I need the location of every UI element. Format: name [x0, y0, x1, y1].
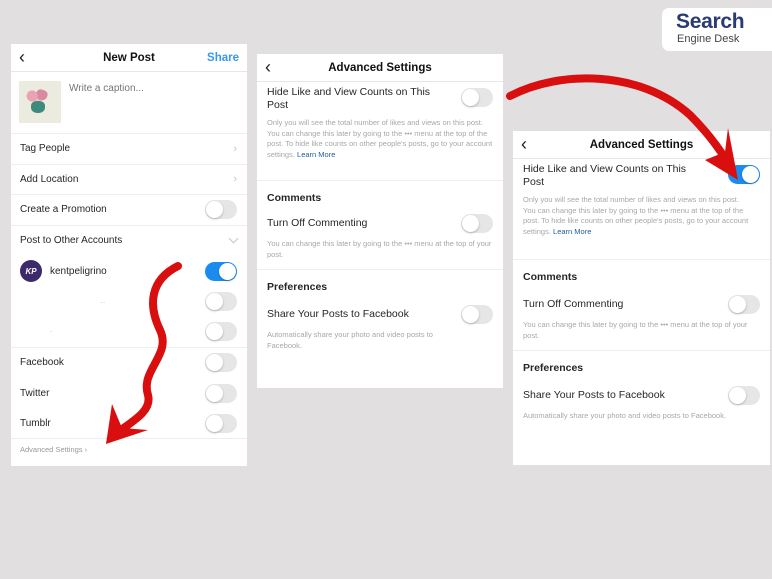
- account-row: -: [11, 317, 247, 348]
- hide-counts-label: Hide Like and View Counts on This Post: [267, 86, 431, 111]
- hide-counts-setting: Hide Like and View Counts on This Post O…: [257, 82, 503, 160]
- facebook-row: Facebook: [11, 348, 247, 379]
- page-title: Advanced Settings: [589, 138, 694, 151]
- page-title: New Post: [103, 51, 155, 64]
- learn-more-link[interactable]: Learn More: [297, 150, 335, 159]
- tag-people-row[interactable]: Tag People ›: [11, 134, 247, 165]
- hide-counts-toggle[interactable]: [461, 88, 493, 107]
- learn-more-link[interactable]: Learn More: [553, 227, 591, 236]
- twitter-label: Twitter: [20, 387, 50, 399]
- advanced-settings-header: ‹ Advanced Settings: [257, 54, 503, 82]
- twitter-row: Twitter: [11, 378, 247, 409]
- share-facebook-label: Share Your Posts to Facebook: [267, 308, 409, 320]
- create-promotion-toggle[interactable]: [205, 200, 237, 220]
- tag-people-label: Tag People: [20, 143, 71, 155]
- avatar: KP: [20, 260, 42, 283]
- twitter-toggle[interactable]: [205, 383, 237, 403]
- share-facebook-setting: Share Your Posts to Facebook Automatical…: [257, 293, 503, 351]
- account-row: ...: [11, 287, 247, 318]
- share-facebook-toggle[interactable]: [461, 305, 493, 324]
- account-toggle[interactable]: [205, 292, 237, 312]
- turn-off-commenting-setting: Turn Off Commenting You can change this …: [257, 204, 503, 260]
- facebook-toggle[interactable]: [205, 353, 237, 373]
- tumblr-toggle[interactable]: [205, 413, 237, 433]
- search-engine-desk-logo: Search Engine Desk: [662, 8, 772, 51]
- account-username: kentpeligrino: [50, 265, 107, 277]
- account-username: -: [50, 328, 52, 335]
- tumblr-row: Tumblr: [11, 409, 247, 439]
- share-facebook-label: Share Your Posts to Facebook: [523, 389, 665, 401]
- account-toggle[interactable]: [205, 322, 237, 342]
- advanced-settings-label: Advanced Settings: [20, 445, 83, 454]
- hide-counts-toggle[interactable]: [728, 165, 760, 184]
- hide-counts-description: Only you will see the total number of li…: [267, 118, 497, 160]
- commenting-description: You can change this later by going to th…: [267, 239, 492, 259]
- hide-counts-description: Only you will see the total number of li…: [523, 195, 753, 237]
- logo-line-2: Engine Desk: [677, 33, 740, 45]
- hide-counts-label: Hide Like and View Counts on This Post: [523, 163, 687, 188]
- share-facebook-setting: Share Your Posts to Facebook Automatical…: [513, 374, 770, 422]
- chevron-right-icon: ›: [233, 142, 237, 155]
- share-facebook-toggle[interactable]: [728, 386, 760, 405]
- turn-off-commenting-label: Turn Off Commenting: [267, 217, 368, 229]
- turn-off-commenting-toggle[interactable]: [461, 214, 493, 233]
- logo-line-1: Search: [676, 10, 745, 33]
- back-chevron-icon[interactable]: ‹: [265, 58, 271, 76]
- chevron-right-icon: ›: [84, 445, 88, 454]
- comments-section-heading: Comments: [523, 271, 578, 283]
- facebook-label: Facebook: [20, 357, 64, 369]
- chevron-down-icon: [228, 233, 239, 243]
- turn-off-commenting-label: Turn Off Commenting: [523, 298, 624, 310]
- new-post-screen: ‹ New Post Share Tag People › Add Locati…: [11, 44, 247, 466]
- advanced-settings-screen-after: ‹ Advanced Settings Hide Like and View C…: [513, 131, 770, 465]
- turn-off-commenting-toggle[interactable]: [728, 295, 760, 314]
- create-promotion-row: Create a Promotion: [11, 195, 247, 226]
- add-location-row[interactable]: Add Location ›: [11, 165, 247, 195]
- page-title: Advanced Settings: [328, 61, 432, 74]
- add-location-label: Add Location: [20, 173, 79, 185]
- commenting-description: You can change this later by going to th…: [523, 320, 748, 340]
- preferences-section-heading: Preferences: [267, 281, 328, 293]
- preferences-section-heading: Preferences: [523, 362, 584, 374]
- share-facebook-description: Automatically share your photo and video…: [267, 330, 433, 350]
- comments-section-heading: Comments: [267, 192, 322, 204]
- create-promotion-label: Create a Promotion: [20, 204, 107, 216]
- chevron-right-icon: ›: [233, 173, 237, 186]
- new-post-header: ‹ New Post Share: [11, 44, 247, 72]
- advanced-settings-screen-before: ‹ Advanced Settings Hide Like and View C…: [257, 54, 503, 388]
- caption-row: [11, 72, 247, 134]
- account-toggle[interactable]: [205, 261, 237, 281]
- advanced-settings-header: ‹ Advanced Settings: [513, 131, 770, 159]
- account-row: KP kentpeligrino: [11, 256, 247, 287]
- caption-input[interactable]: [69, 83, 229, 94]
- back-chevron-icon[interactable]: ‹: [19, 48, 25, 66]
- hide-counts-setting: Hide Like and View Counts on This Post O…: [513, 159, 770, 237]
- advanced-settings-link[interactable]: Advanced Settings ›: [11, 439, 247, 460]
- account-username: ...: [100, 298, 106, 305]
- back-chevron-icon[interactable]: ‹: [521, 135, 527, 153]
- post-thumbnail: [19, 81, 61, 123]
- post-to-other-accounts-row[interactable]: Post to Other Accounts: [11, 226, 247, 257]
- turn-off-commenting-setting: Turn Off Commenting You can change this …: [513, 283, 770, 341]
- share-button[interactable]: Share: [207, 52, 239, 64]
- post-to-other-accounts-label: Post to Other Accounts: [20, 235, 123, 247]
- tumblr-label: Tumblr: [20, 417, 51, 429]
- share-facebook-description: Automatically share your photo and video…: [523, 411, 727, 420]
